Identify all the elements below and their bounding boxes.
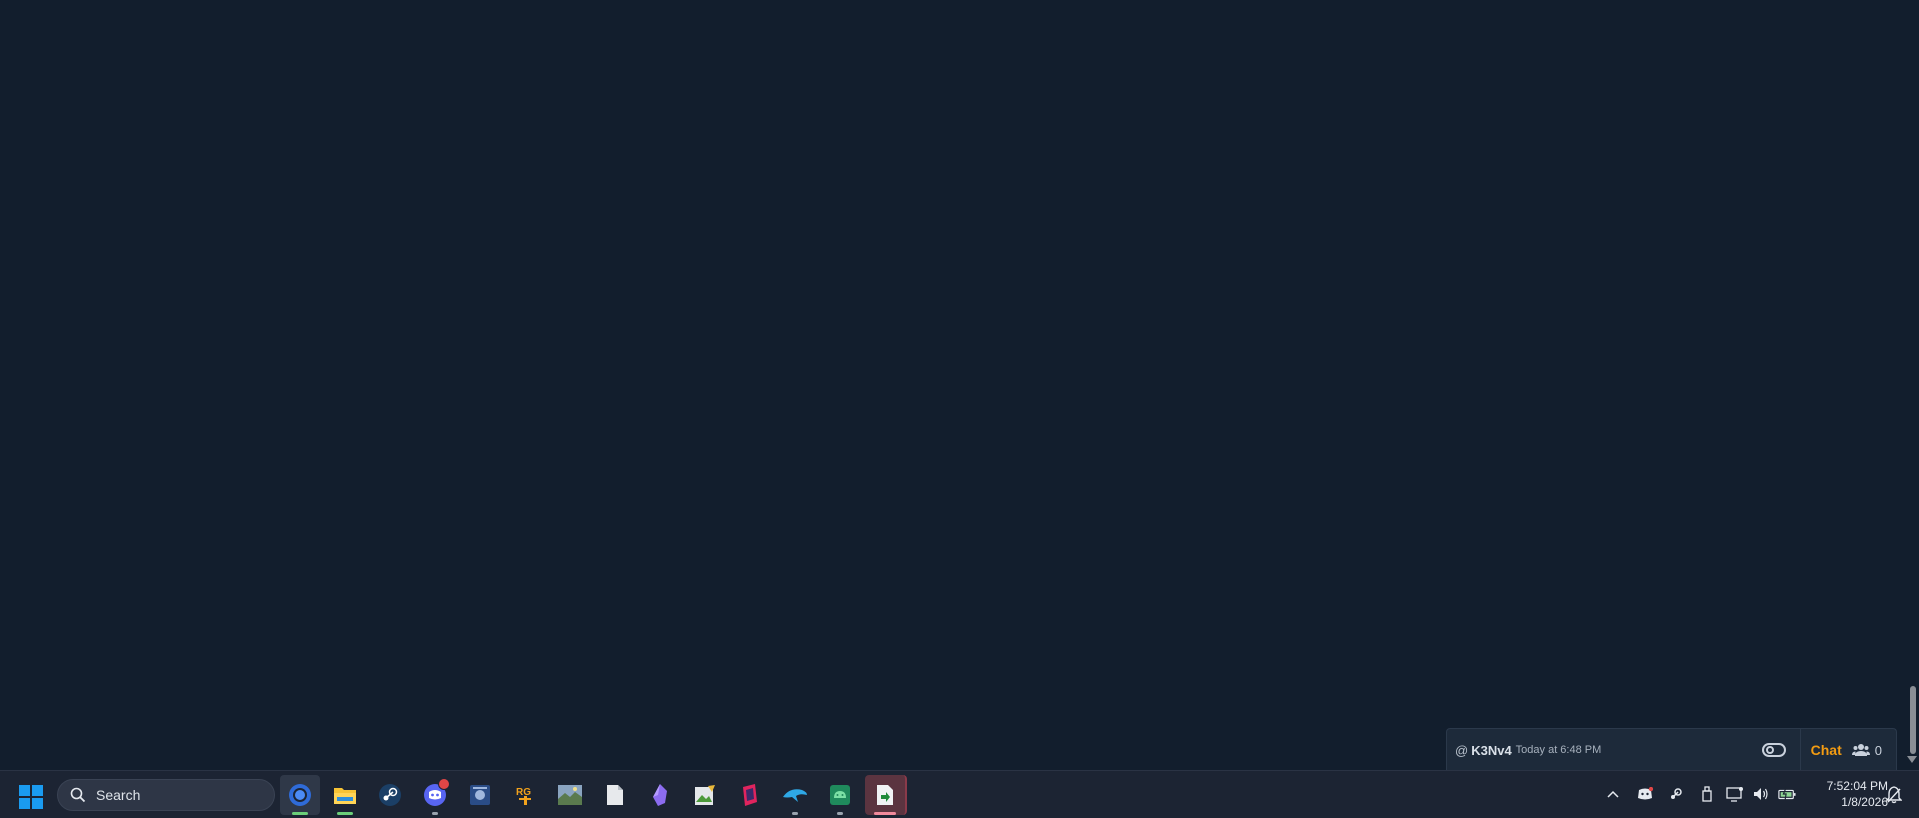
users-icon <box>1851 743 1870 757</box>
file-explorer-icon[interactable] <box>325 775 365 815</box>
taskbar: Search RG 7:52:04 PM 1/8/2026 <box>0 770 1919 818</box>
chrome-icon[interactable] <box>280 775 320 815</box>
clock-time: 7:52:04 PM <box>1826 779 1888 793</box>
chat-divider <box>1799 729 1801 771</box>
online-user-count: 0 <box>1874 742 1882 758</box>
rg-app-icon[interactable]: RG <box>505 775 545 815</box>
svg-text:RG: RG <box>516 787 531 798</box>
search-label: Search <box>96 787 141 803</box>
scrollbar-thumb[interactable] <box>1910 686 1916 754</box>
clock-date: 1/8/2026 <box>1841 795 1888 809</box>
steam-tray-icon[interactable] <box>1667 785 1685 803</box>
dolphin-icon[interactable] <box>775 775 815 815</box>
image-editor-icon[interactable] <box>685 775 725 815</box>
discord-icon[interactable] <box>415 775 455 815</box>
notifications-bell-icon[interactable] <box>1885 786 1903 809</box>
chat-toggle-switch[interactable] <box>1761 743 1786 757</box>
mention-timestamp: Today at 6:48 PM <box>1515 744 1602 756</box>
app-blue-icon[interactable] <box>460 775 500 815</box>
battery-charging-icon[interactable] <box>1778 785 1796 803</box>
scroll-down-arrow-icon[interactable] <box>1907 756 1917 763</box>
discord-tray-icon[interactable] <box>1636 785 1654 803</box>
obsidian-icon[interactable] <box>640 775 680 815</box>
at-symbol: @ <box>1455 742 1469 758</box>
magenta-app-icon[interactable] <box>730 775 770 815</box>
windows-start-icon[interactable] <box>19 785 43 809</box>
page-scrollbar[interactable] <box>1907 0 1919 770</box>
steam-icon[interactable] <box>370 775 410 815</box>
system-clock[interactable]: 7:52:04 PM 1/8/2026 <box>1810 778 1888 810</box>
spreadsheet-export-icon[interactable] <box>865 775 907 815</box>
photos-icon[interactable] <box>550 775 590 815</box>
android-icon[interactable] <box>820 775 860 815</box>
chevron-up-icon[interactable] <box>1604 785 1622 803</box>
mention-username[interactable]: K3Nv4 <box>1471 743 1511 758</box>
volume-icon[interactable] <box>1752 785 1770 803</box>
document-icon[interactable] <box>595 775 635 815</box>
latest-mention[interactable]: @ K3Nv4 Today at 6:48 PM <box>1447 743 1762 758</box>
chat-button[interactable]: Chat <box>1811 742 1842 758</box>
usb-drive-icon[interactable] <box>1698 785 1716 803</box>
notification-badge <box>438 778 450 790</box>
search-icon <box>70 787 86 803</box>
network-icon[interactable] <box>1726 785 1744 803</box>
chat-bar[interactable]: @ K3Nv4 Today at 6:48 PM Chat 0 <box>1446 728 1897 771</box>
taskbar-search[interactable]: Search <box>57 779 275 811</box>
